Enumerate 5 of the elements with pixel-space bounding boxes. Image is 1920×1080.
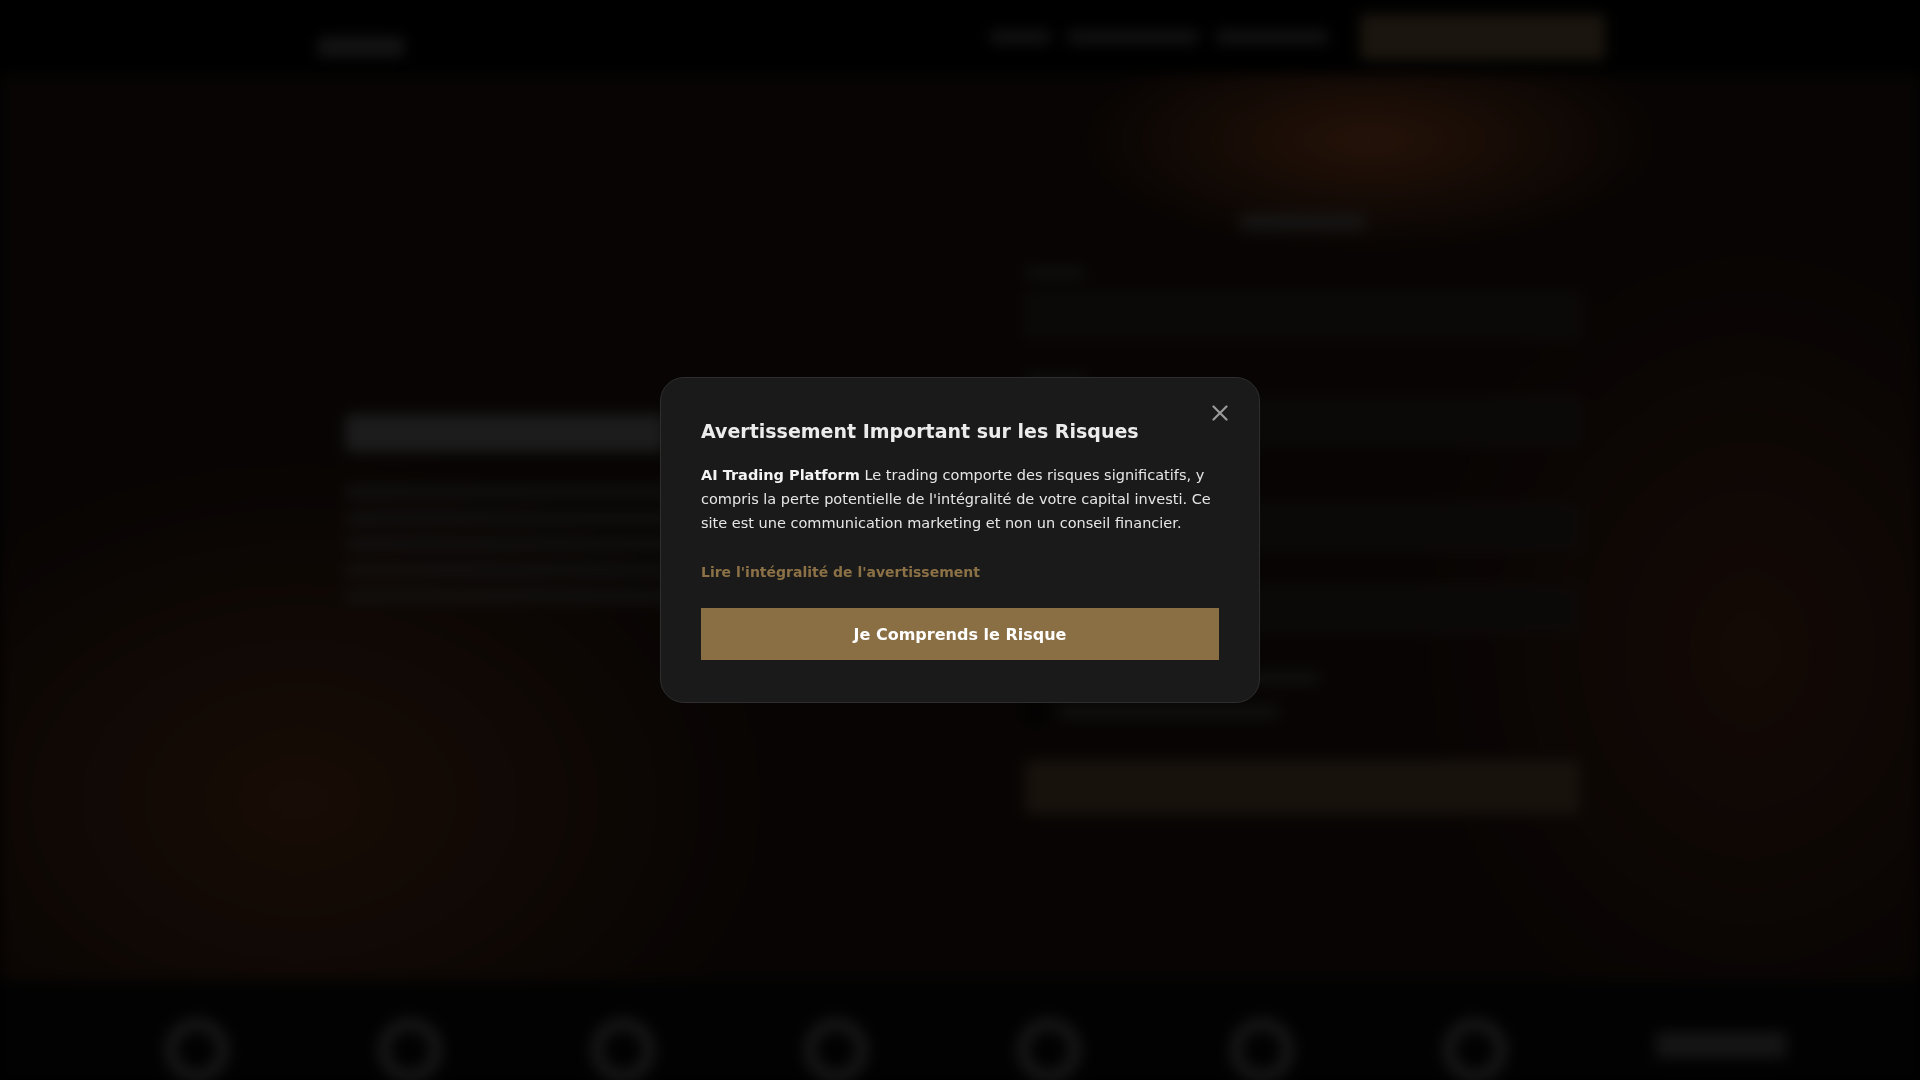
dialog-title: Avertissement Important sur les Risques [701, 419, 1139, 444]
accept-risk-button[interactable]: Je Comprends le Risque [701, 608, 1219, 660]
full-warning-link[interactable]: Lire l'intégralité de l'avertissement [701, 560, 980, 584]
close-icon[interactable] [1212, 405, 1228, 421]
risk-warning-text: AI Trading Platform Le trading comporte des risques significatifs, y compris la perte potentielle de l'intégralité de votre capital investi. Ce site est une communication marketing et non un conseil financier. [701, 466, 1212, 533]
